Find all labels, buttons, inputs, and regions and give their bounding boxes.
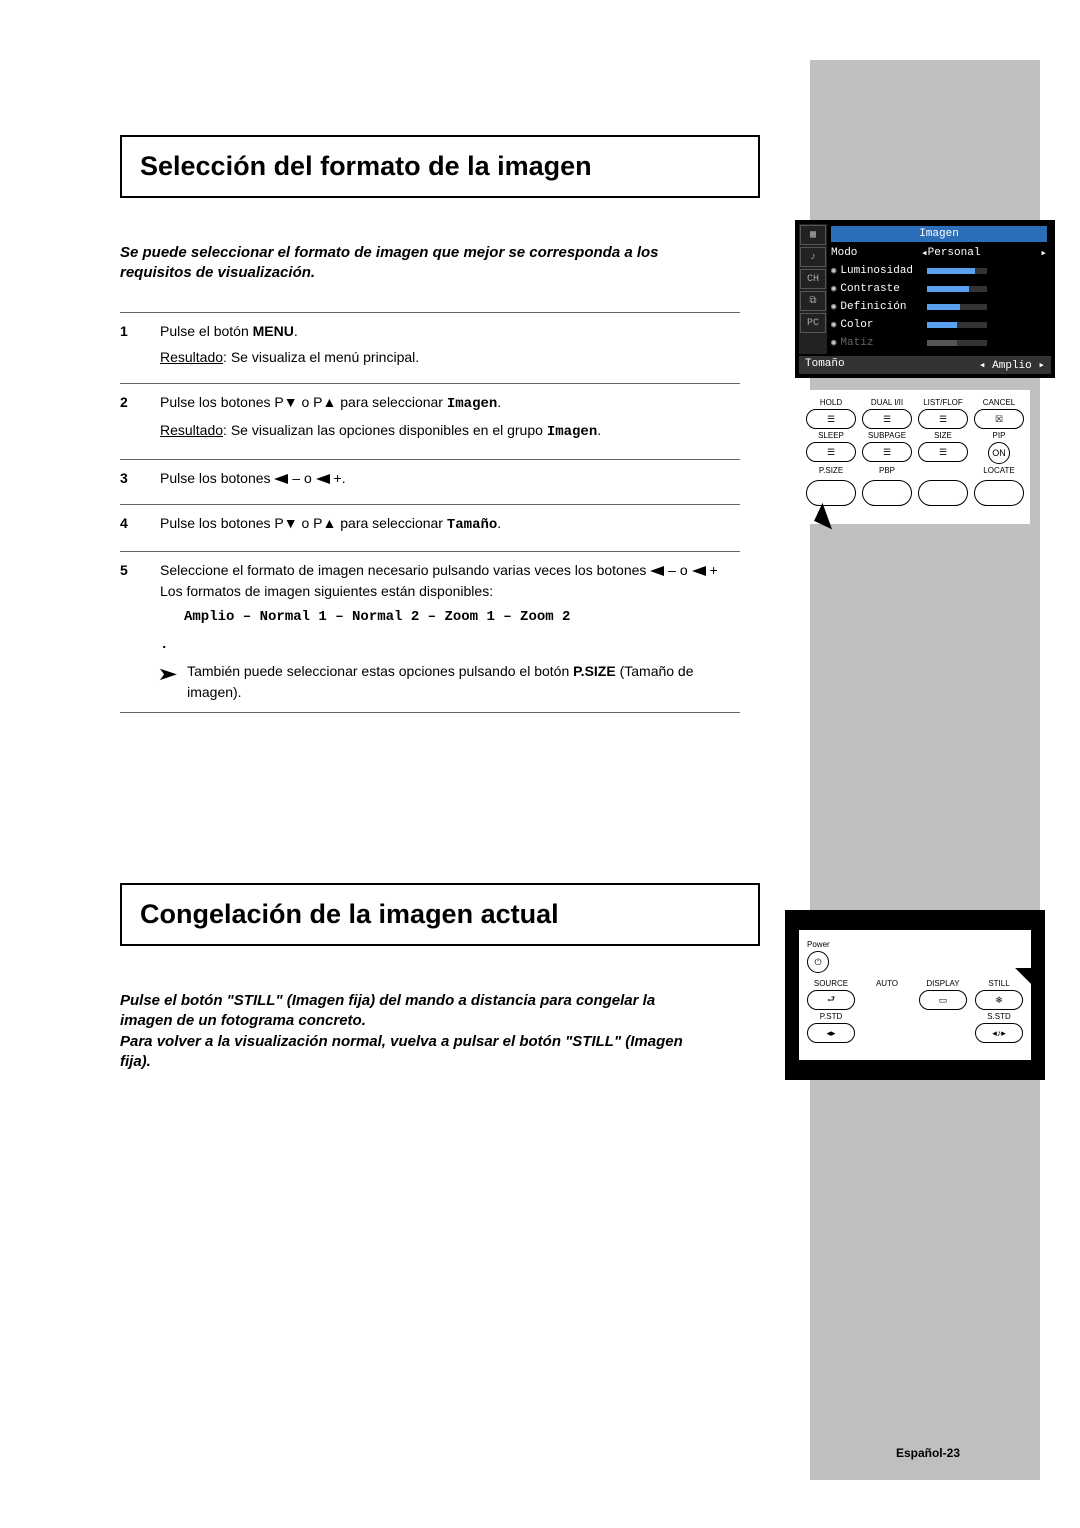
osd-modo-value: Personal (928, 247, 1041, 259)
section2-heading: Congelación de la imagen actual (120, 883, 760, 946)
display-button[interactable]: ▭ (919, 990, 967, 1010)
sleep-button[interactable]: ☰ (806, 442, 856, 462)
power-button[interactable]: ⏻ (807, 951, 829, 973)
remote-label: LIST/FLOF (918, 398, 968, 407)
osd-slider (927, 340, 987, 346)
remote-label (918, 466, 968, 475)
osd-luminosidad-label: Luminosidad (831, 265, 921, 277)
result-label: Resultado (160, 349, 223, 365)
remote-label: DISPLAY (919, 979, 967, 988)
remote-label: DUAL I/II (862, 398, 912, 407)
osd-slider (927, 286, 987, 292)
osd-slider (927, 322, 987, 328)
note-arrow-icon: ➤ (157, 661, 178, 687)
volume-minus-icon (274, 474, 288, 484)
section1-intro: Se puede seleccionar el formato de image… (120, 243, 710, 284)
still-button[interactable]: ❄ (975, 990, 1023, 1010)
remote-label: SIZE (918, 431, 968, 440)
pbp-button[interactable] (862, 480, 912, 506)
step-row: 1 Pulse el botón MENU. Resultado: Se vis… (120, 312, 740, 384)
format-modes: Amplio – Normal 1 – Normal 2 – Zoom 1 – … (184, 607, 740, 627)
remote-label: P.STD (807, 1012, 855, 1021)
step-text: Pulse el botón (160, 323, 253, 339)
step-row: 5 Seleccione el formato de imagen necesa… (120, 551, 740, 713)
psize-label: P.SIZE (573, 663, 616, 679)
pstd-button[interactable]: ◂▸ (807, 1023, 855, 1043)
osd-tab-icon: PC (800, 313, 826, 333)
remote-label: S.STD (975, 1012, 1023, 1021)
volume-plus-icon (692, 566, 706, 576)
osd-tab-icon: ▦ (800, 225, 826, 245)
section1-heading: Selección del formato de la imagen (120, 135, 760, 198)
locate-button[interactable] (974, 480, 1024, 506)
section2-intro2: Para volver a la visualización normal, v… (120, 1032, 710, 1073)
pip-on-button[interactable]: ON (988, 442, 1010, 464)
remote-button[interactable] (918, 480, 968, 506)
osd-footer-right: ◂ Amplio ▸ (979, 358, 1045, 372)
remote-label: LOCATE (974, 466, 1024, 475)
menu-label: MENU (253, 323, 294, 339)
size-button[interactable]: ☰ (918, 442, 968, 462)
target-imagen: Imagen (447, 396, 497, 412)
remote-grid-1: HOLD DUAL I/II LIST/FLOF CANCEL ☰ ☰ ☰ ☒ … (800, 390, 1030, 524)
remote-label: HOLD (806, 398, 856, 407)
remote-label: PIP (974, 431, 1024, 440)
result-label: Resultado (160, 422, 223, 438)
step-number: 5 (120, 560, 160, 702)
step-number: 4 (120, 513, 160, 541)
osd-tab-icon: ♪ (800, 247, 826, 267)
osd-panel: ▦ ♪ CH ⧉ PC Imagen Modo◂ Personal ▸ Lumi… (795, 220, 1055, 378)
remote-label: AUTO (863, 979, 911, 988)
cancel-button[interactable]: ☒ (974, 409, 1024, 429)
osd-color-label: Color (831, 319, 921, 331)
step-row: 4 Pulse los botones P▼ o P▲ para selecci… (120, 504, 740, 551)
steps-list: 1 Pulse el botón MENU. Resultado: Se vis… (120, 312, 740, 714)
dual-button[interactable]: ☰ (862, 409, 912, 429)
remote-label: CANCEL (974, 398, 1024, 407)
osd-definicion-label: Definición (831, 301, 921, 313)
step-row: 3 Pulse los botones – o +. (120, 459, 740, 504)
page-number: Español-23 (896, 1446, 960, 1460)
osd-slider (927, 268, 987, 274)
subpage-button[interactable]: ☰ (862, 442, 912, 462)
auto-button[interactable] (863, 990, 911, 1010)
osd-modo-label: Modo (831, 247, 921, 259)
power-label: Power (807, 940, 1023, 949)
remote-label: P.SIZE (806, 466, 856, 475)
osd-title: Imagen (831, 226, 1047, 242)
volume-minus-icon (650, 566, 664, 576)
osd-tab-icon: ⧉ (800, 291, 826, 311)
hold-button[interactable]: ☰ (806, 409, 856, 429)
step-number: 1 (120, 321, 160, 374)
step-number: 2 (120, 392, 160, 449)
listflof-button[interactable]: ☰ (918, 409, 968, 429)
volume-plus-icon (316, 474, 330, 484)
remote-panel-2: Power ⏻ SOURCE AUTO DISPLAY STILL ⮐ ▭ ❄ … (785, 910, 1045, 1080)
osd-tab-icon: CH (800, 269, 826, 289)
section2-intro1: Pulse el botón "STILL" (Imagen fija) del… (120, 991, 710, 1032)
pointer-arrow-icon: ◣ (1015, 964, 1033, 993)
osd-contraste-label: Contraste (831, 283, 921, 295)
target-tamano: Tamaño (447, 517, 497, 533)
remote-label: SUBPAGE (862, 431, 912, 440)
remote-label: SOURCE (807, 979, 855, 988)
step-row: 2 Pulse los botones P▼ o P▲ para selecci… (120, 383, 740, 459)
step-number: 3 (120, 468, 160, 494)
source-button[interactable]: ⮐ (807, 990, 855, 1010)
remote-label: PBP (862, 466, 912, 475)
osd-footer-left: Tomaño (805, 358, 845, 372)
remote-label: SLEEP (806, 431, 856, 440)
sstd-button[interactable]: ◂♪▸ (975, 1023, 1023, 1043)
osd-slider (927, 304, 987, 310)
osd-matiz-label: Matiz (831, 337, 921, 349)
